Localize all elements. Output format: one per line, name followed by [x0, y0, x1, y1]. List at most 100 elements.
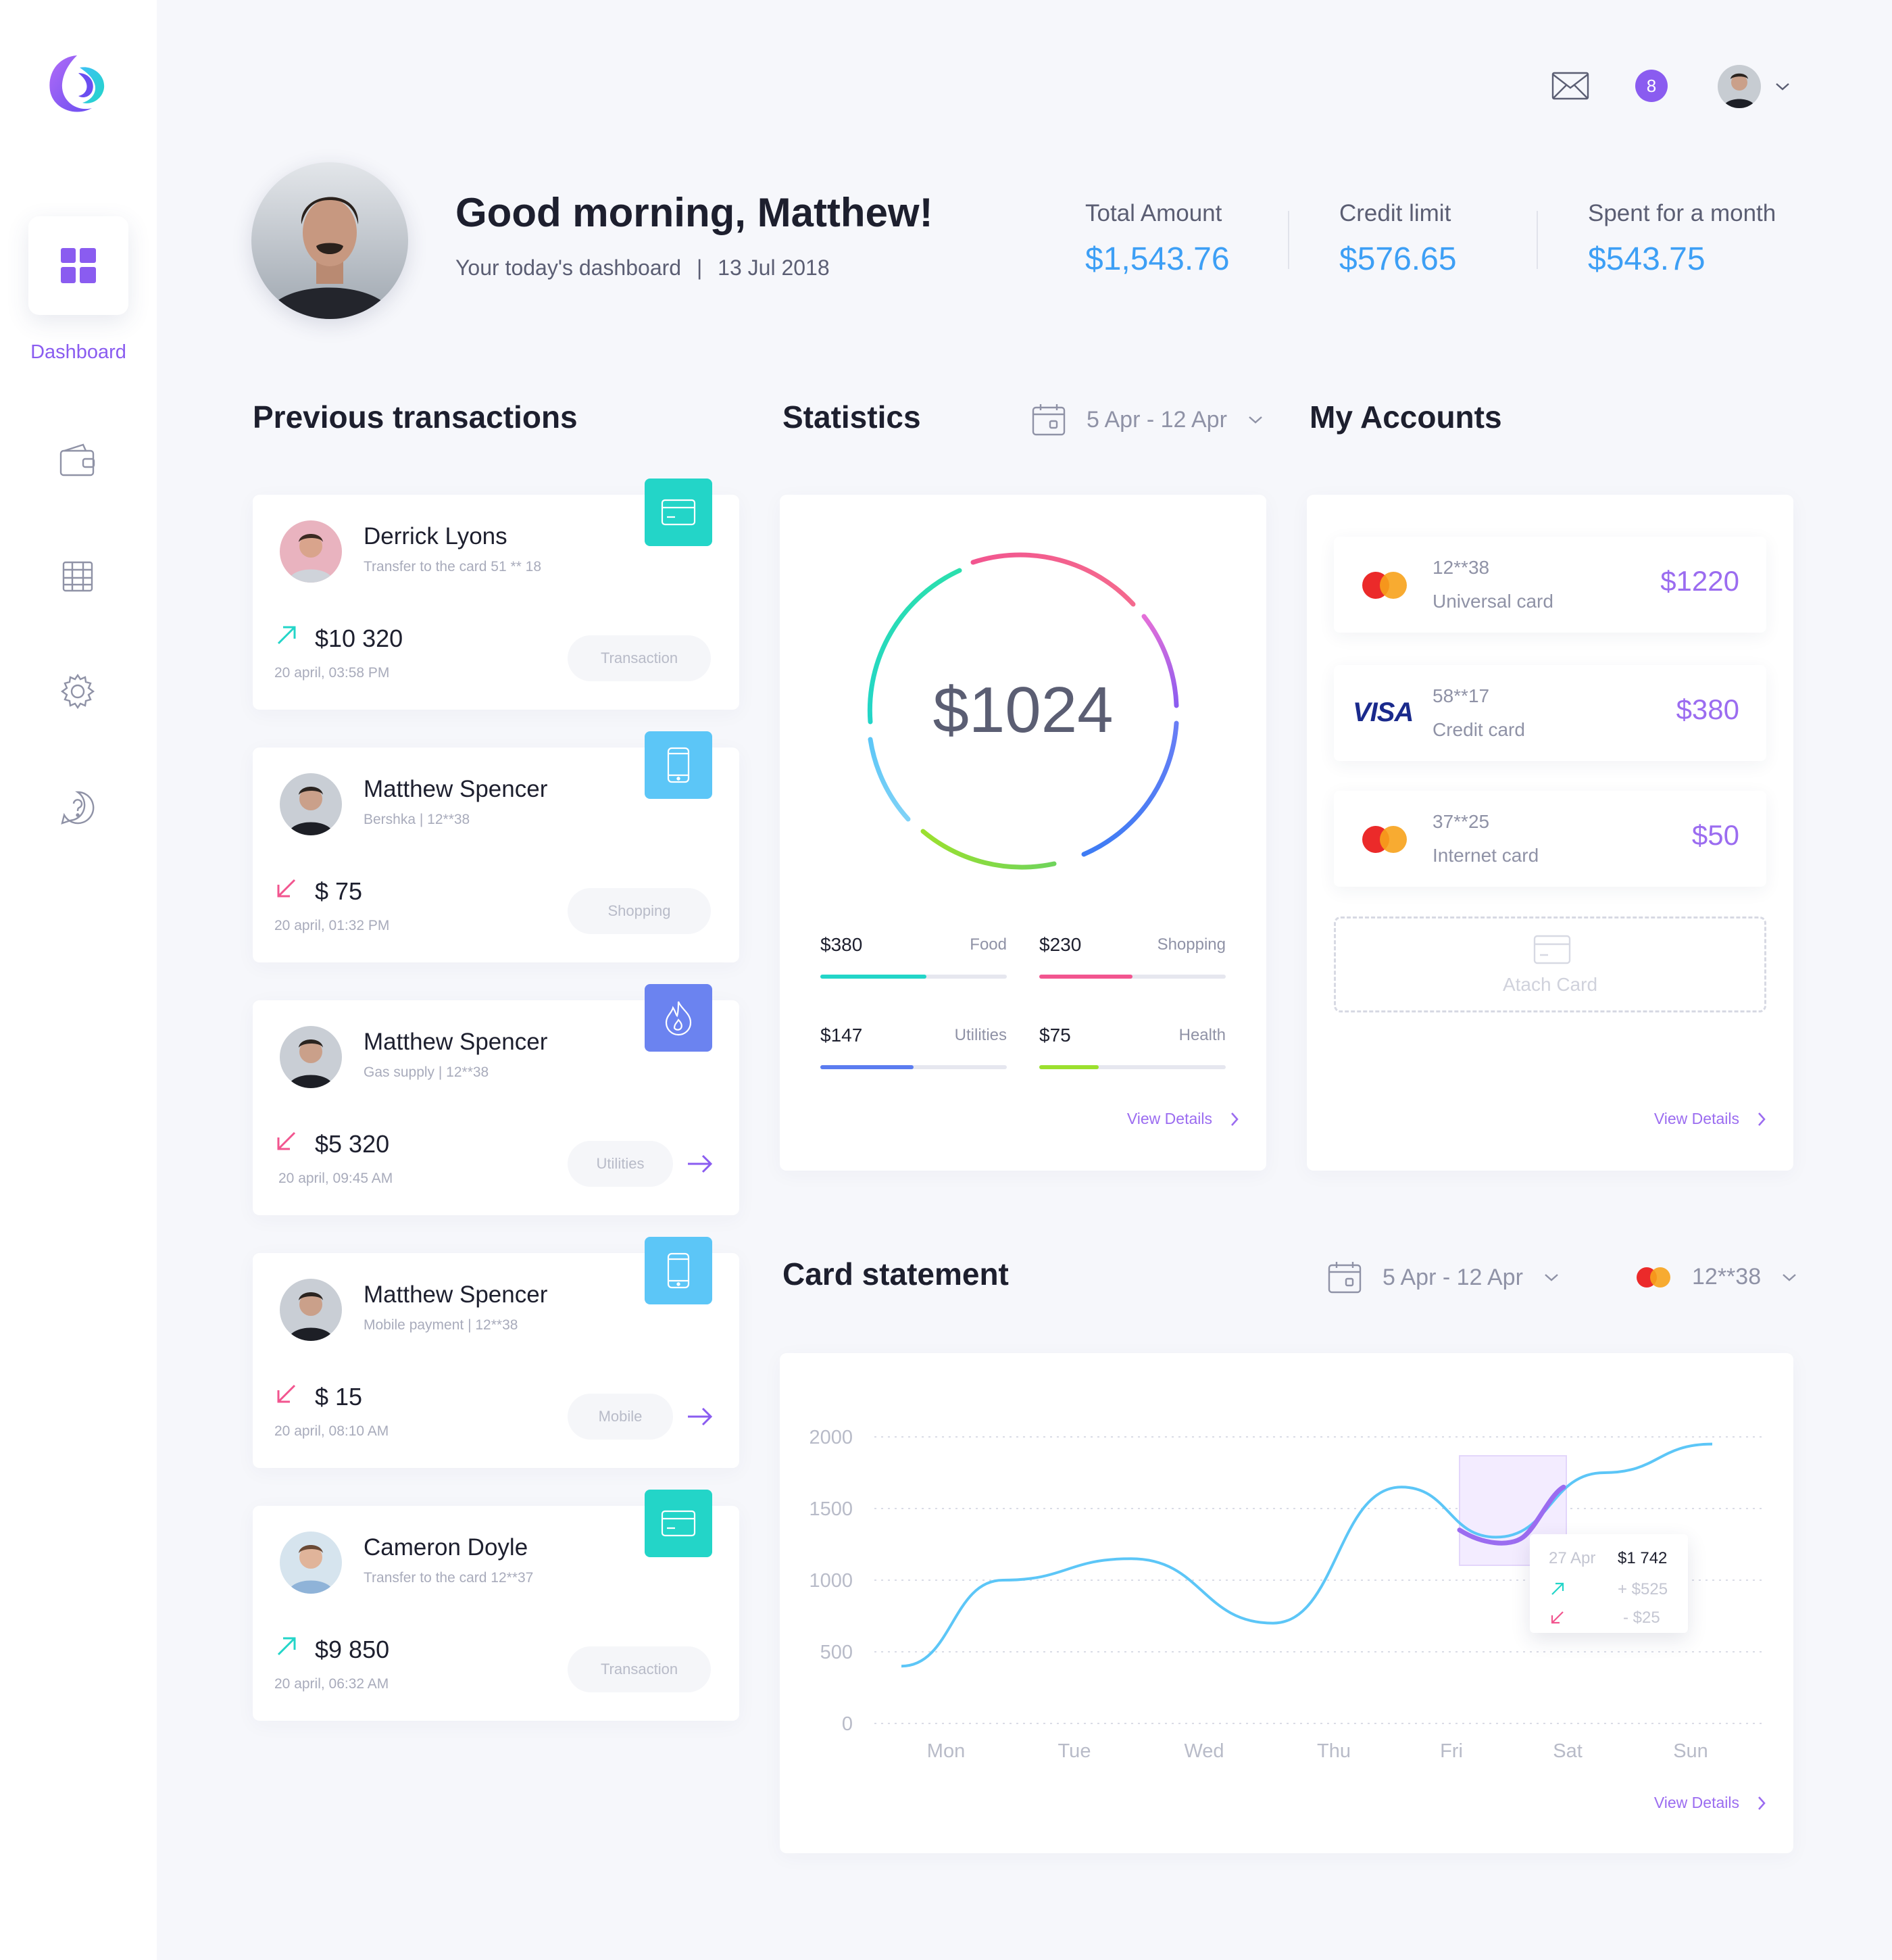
user-menu-dropdown[interactable]: [1774, 81, 1791, 92]
arrow-down-left-icon: [1551, 1611, 1564, 1624]
transaction-direction: [276, 877, 297, 902]
transaction-amount: $ 75: [315, 877, 363, 905]
transaction-category-badge: [645, 479, 712, 546]
transaction-category-badge: [645, 984, 712, 1052]
chevron-right-icon: [1758, 1112, 1766, 1126]
greeting-title: Good morning, Matthew!: [455, 190, 933, 235]
transaction-tag[interactable]: Transaction: [568, 1646, 711, 1692]
transaction-open-button[interactable]: [687, 1406, 714, 1427]
chevron-down-icon: [1776, 83, 1789, 91]
flame-icon: [664, 1000, 693, 1036]
stat-value: $380: [820, 934, 863, 955]
stat-label: Food: [970, 935, 1007, 954]
account-item[interactable]: 37**25 Internet card $50: [1334, 791, 1766, 887]
transaction-description: Transfer to the card 12**37: [364, 1570, 534, 1586]
mobile-phone-icon: [667, 1252, 690, 1289]
x-tick-label: Mon: [927, 1740, 965, 1762]
sidebar-item-dashboard[interactable]: [28, 216, 128, 315]
arrow-down-left-icon: [277, 1384, 296, 1403]
avatar: [280, 1026, 342, 1088]
arrow-up-right-icon: [277, 1637, 296, 1656]
data-point: [1399, 1485, 1403, 1489]
transaction-open-button[interactable]: [687, 1153, 714, 1175]
avatar: [280, 1532, 342, 1594]
x-tick-label: Sun: [1673, 1740, 1708, 1762]
summary-value: $543.75: [1588, 241, 1706, 277]
chevron-down-icon: [1249, 416, 1262, 424]
statistics-view-details[interactable]: View Details: [1127, 1110, 1239, 1128]
card-statement-title: Card statement: [782, 1256, 1009, 1292]
account-name: Universal card: [1433, 591, 1553, 612]
transaction-tag[interactable]: Utilities: [568, 1141, 673, 1187]
transaction-card[interactable]: Derrick Lyons Transfer to the card 51 **…: [253, 479, 739, 710]
transaction-category-badge: [645, 1490, 712, 1557]
stat-bar-shopping: [1039, 975, 1226, 979]
account-item[interactable]: VISA 58**17 Credit card $380: [1334, 665, 1766, 761]
statistics-date-picker[interactable]: 5 Apr - 12 Apr: [1031, 401, 1270, 438]
x-tick-label: Sat: [1553, 1740, 1583, 1762]
summary-value: $1,543.76: [1085, 241, 1230, 277]
stat-value: $230: [1039, 934, 1082, 955]
attach-card-button[interactable]: Atach Card: [1334, 916, 1766, 1012]
transactions-title: Previous transactions: [253, 399, 578, 435]
statement-date-range: 5 Apr - 12 Apr: [1383, 1264, 1523, 1290]
user-avatar[interactable]: [1718, 65, 1761, 108]
sidebar-item-schedule[interactable]: [57, 556, 99, 597]
stat-bar-food: [820, 975, 1007, 979]
mail-icon: [1551, 72, 1589, 100]
transaction-tag[interactable]: Transaction: [568, 635, 711, 681]
accounts-view-details[interactable]: View Details: [1654, 1110, 1766, 1128]
card-statement-card-select[interactable]: 12**38: [1635, 1264, 1797, 1290]
help-question-icon: [61, 791, 95, 825]
subtitle-date: 13 Jul 2018: [718, 255, 830, 280]
sidebar-item-help[interactable]: [57, 787, 99, 829]
transaction-tag[interactable]: Mobile: [568, 1394, 673, 1440]
arrow-down-left-icon: [277, 1131, 296, 1150]
notifications-badge[interactable]: 8: [1635, 70, 1668, 102]
transaction-date: 20 april, 06:32 AM: [274, 1676, 389, 1692]
card-statement-date-picker[interactable]: 5 Apr - 12 Apr: [1327, 1260, 1560, 1295]
chevron-down-icon: [1783, 1273, 1796, 1281]
account-amount: $1220: [1660, 565, 1739, 597]
transaction-tag[interactable]: Shopping: [568, 888, 711, 934]
data-point: [1710, 1442, 1714, 1446]
avatar: [280, 1279, 342, 1341]
transaction-card[interactable]: Cameron Doyle Transfer to the card 12**3…: [253, 1490, 739, 1721]
tooltip-minus: - $25: [1623, 1609, 1660, 1627]
tooltip-amount: $1 742: [1618, 1549, 1668, 1567]
mail-button[interactable]: [1551, 72, 1589, 100]
summary-label: Credit limit: [1339, 200, 1451, 226]
visa-logo: VISA: [1353, 697, 1414, 727]
settings-gear-icon: [60, 673, 95, 710]
statistics-total: $1024: [932, 674, 1114, 746]
x-tick-label: Wed: [1184, 1740, 1224, 1762]
mobile-phone-icon: [667, 747, 690, 783]
avatar: [280, 520, 342, 583]
arrow-up-right-icon: [1551, 1582, 1564, 1595]
mastercard-icon: [1362, 572, 1407, 599]
arrow-up-right-icon: [277, 626, 296, 645]
sidebar-item-dashboard-label[interactable]: Dashboard: [0, 341, 157, 364]
transaction-category-badge: [645, 1237, 712, 1304]
transaction-description: Gas supply | 12**38: [364, 1064, 489, 1080]
account-item[interactable]: 12**38 Universal card $1220: [1334, 537, 1766, 633]
transaction-date: 20 april, 01:32 PM: [274, 918, 390, 933]
data-point: [1129, 1557, 1133, 1561]
app-logo[interactable]: [45, 50, 109, 118]
transaction-direction: [276, 624, 297, 650]
sidebar-item-settings[interactable]: [57, 670, 99, 712]
account-number: 37**25: [1433, 811, 1490, 832]
statistics-title: Statistics: [782, 399, 921, 435]
sidebar-item-wallet[interactable]: [57, 439, 99, 481]
statement-view-details[interactable]: View Details: [1654, 1794, 1766, 1812]
summary-divider: [1288, 211, 1289, 269]
summary-label: Spent for a month: [1588, 200, 1776, 226]
summary-total: Total Amount $1,543.76: [1085, 200, 1230, 278]
summary-value: $576.65: [1339, 241, 1457, 277]
transaction-card[interactable]: Matthew Spencer Mobile payment | 12**38 …: [253, 1237, 739, 1468]
transaction-card[interactable]: Matthew Spencer Bershka | 12**38 $ 75 20…: [253, 731, 739, 962]
transaction-date: 20 april, 08:10 AM: [274, 1423, 389, 1439]
transaction-card[interactable]: Matthew Spencer Gas supply | 12**38 $5 3…: [253, 984, 739, 1215]
transaction-name: Matthew Spencer: [364, 1029, 548, 1055]
accounts-card: 12**38 Universal card $1220 VISA 58**17 …: [1307, 495, 1793, 1171]
